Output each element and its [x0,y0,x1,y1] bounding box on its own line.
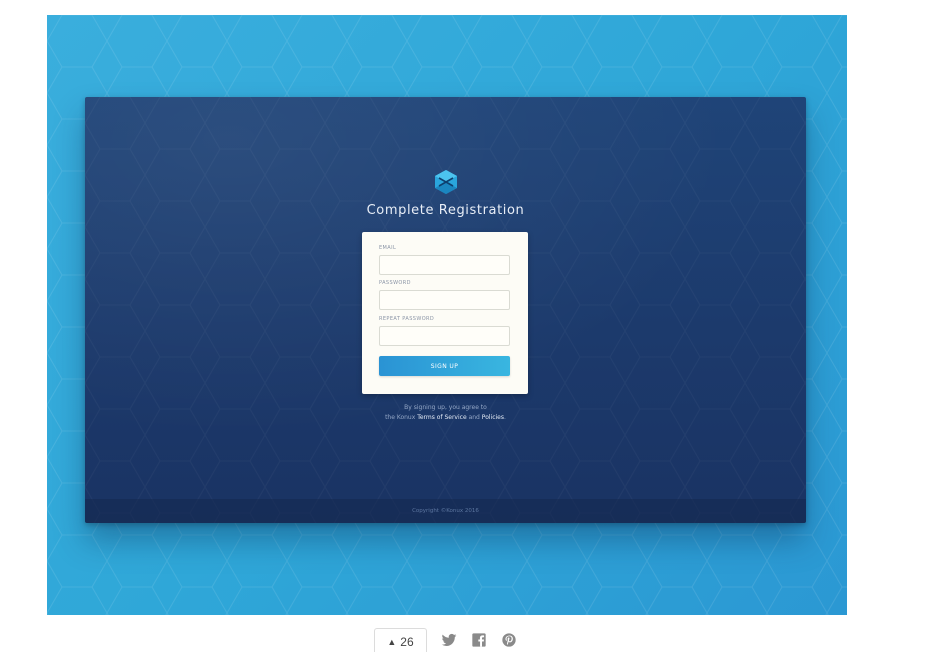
password-label: PASSWORD [379,280,411,286]
email-field[interactable] [379,255,510,275]
terms-and: and [468,414,480,421]
terms-line-1: By signing up, you agree to [404,404,487,411]
twitter-icon[interactable] [441,632,457,648]
like-button[interactable]: ▲ 26 [374,628,427,652]
shot-preview: Complete Registration EMAIL PASSWORD REP… [47,15,847,615]
email-label: EMAIL [379,245,397,251]
registration-form: EMAIL PASSWORD REPEAT PASSWORD SIGN UP [362,232,528,394]
copyright-text: Copyright ©Konux 2016 [412,508,479,514]
repeat-password-field[interactable] [379,326,510,346]
pinterest-icon[interactable] [501,632,517,648]
page-title: Complete Registration [366,203,525,218]
triangle-up-icon: ▲ [387,636,397,647]
password-field[interactable] [379,290,510,310]
app-window: Complete Registration EMAIL PASSWORD REP… [85,97,806,523]
repeat-password-label: REPEAT PASSWORD [379,316,435,322]
konux-logo-icon [435,170,457,194]
terms-prefix: the Konux [385,414,416,421]
terms-line-2: the Konux Terms of Service and Policies. [85,413,806,423]
facebook-icon[interactable] [471,632,487,648]
sign-up-button[interactable]: SIGN UP [379,356,510,376]
like-count: 26 [400,634,414,649]
terms-suffix: . [504,414,506,421]
terms-notice: By signing up, you agree to the Konux Te… [85,403,806,423]
terms-of-service-link[interactable]: Terms of Service [417,414,466,421]
policies-link[interactable]: Policies [482,414,504,421]
shot-actions: ▲ 26 [374,628,517,652]
